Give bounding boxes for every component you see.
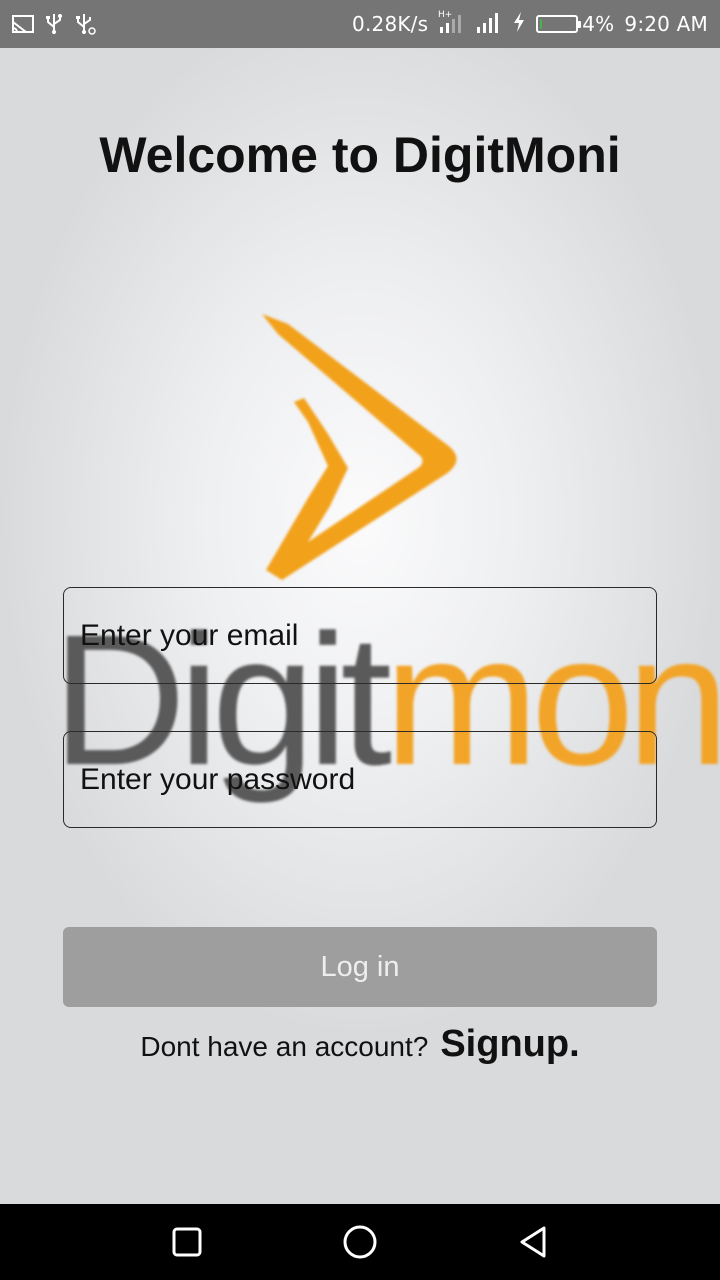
battery-percent: 4% [582,12,615,36]
email-field[interactable] [63,587,657,684]
signal-icon [476,11,502,37]
page-title: Welcome to DigitMoni [99,127,621,183]
recents-icon[interactable] [157,1212,217,1272]
network-speed: 0.28K/s [352,12,429,36]
login-screen: Welcome to DigitMoni Digitmoni Log in Do… [0,48,720,1204]
clock: 9:20 AM [624,12,708,36]
status-left-icons [12,13,96,35]
password-field[interactable] [63,731,657,828]
signup-link[interactable]: Signup. [440,1023,579,1066]
signup-prompt: Dont have an account? [140,1031,429,1062]
usb-icon [44,13,64,35]
signup-row: Dont have an account? Signup. [0,1023,720,1066]
digitmoni-logo-mark [262,314,457,580]
status-bar: 0.28K/s H+ 4% 9:20 AM [0,0,720,48]
login-button[interactable]: Log in [63,927,657,1007]
battery-icon [536,15,582,33]
battery-fill [540,19,542,29]
back-icon[interactable] [503,1212,563,1272]
screen-cast-icon [12,14,34,34]
status-right-group: 0.28K/s H+ 4% 9:20 AM [352,9,708,39]
signal-icon: H+ [438,9,466,39]
network-type: H+ [438,10,452,20]
home-icon[interactable] [330,1212,390,1272]
navigation-bar [0,1204,720,1280]
usb-debug-icon [74,13,96,35]
charging-icon [512,11,526,37]
